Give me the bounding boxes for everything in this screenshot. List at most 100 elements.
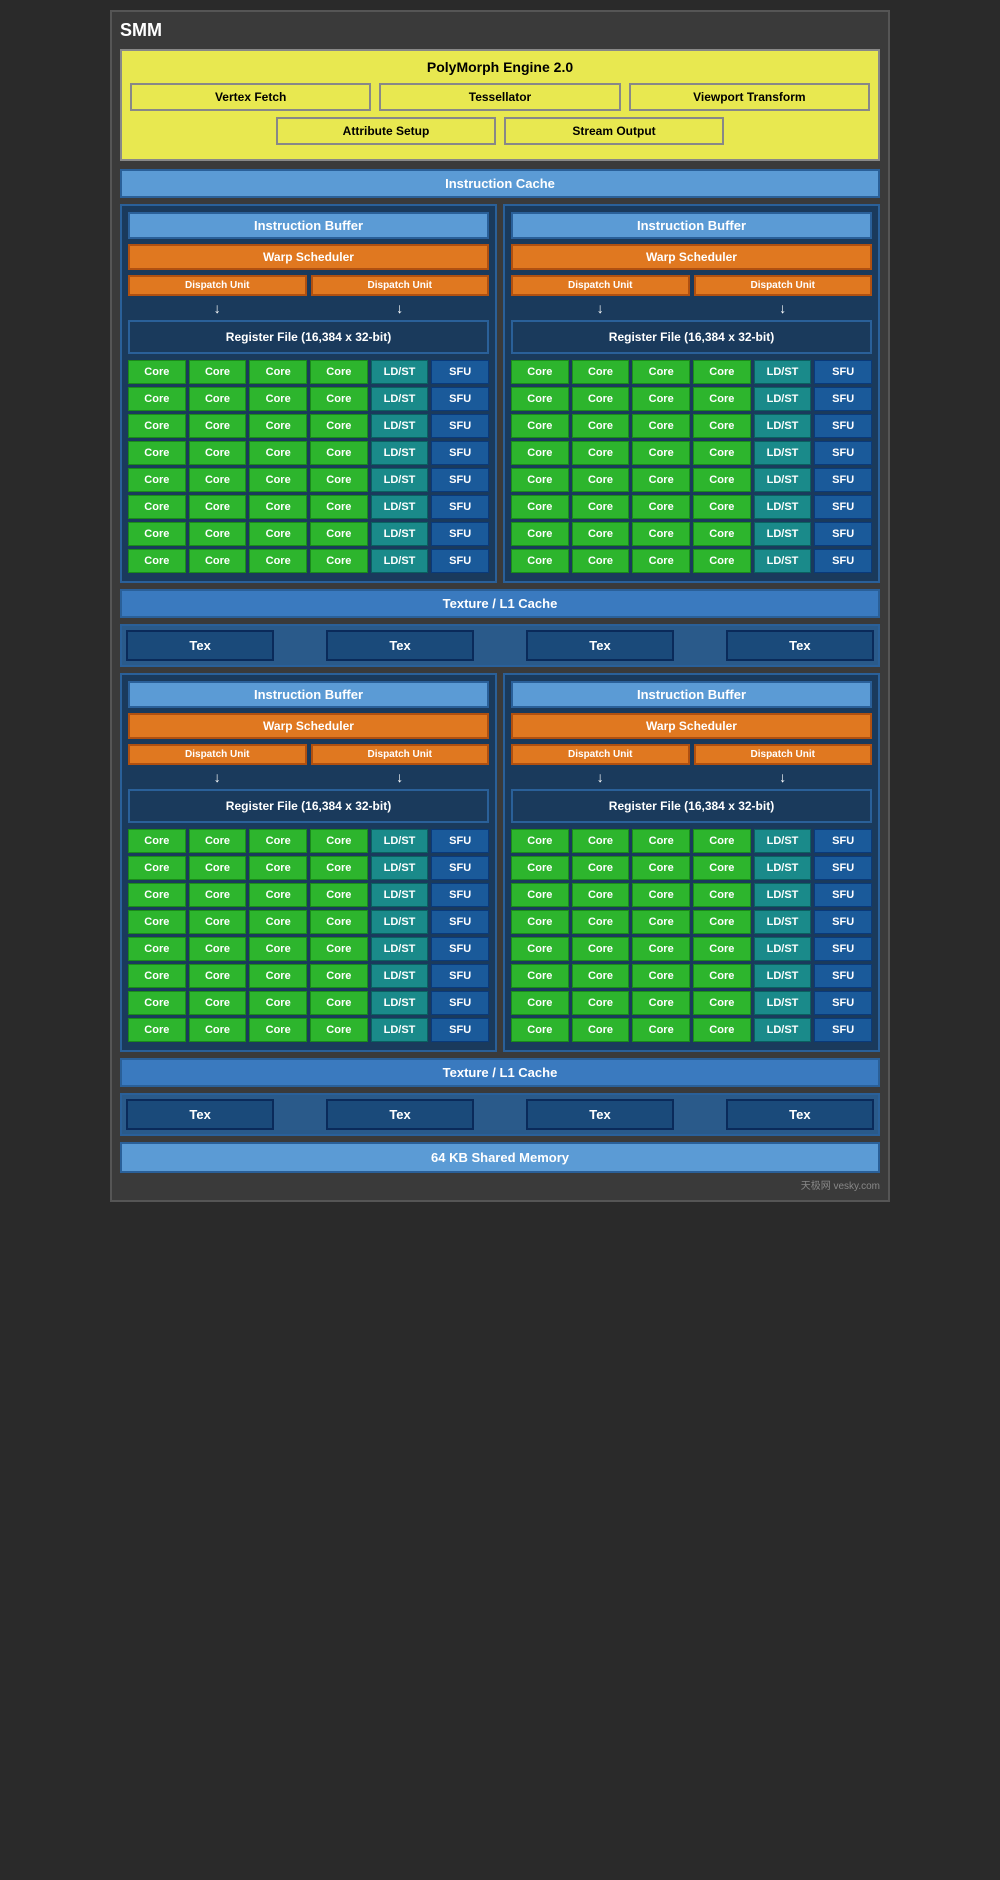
- core-cell: Core: [693, 991, 751, 1015]
- sfu-cell: SFU: [814, 360, 872, 384]
- ldst-cell: LD/ST: [371, 468, 429, 492]
- ldst-cell: LD/ST: [371, 360, 429, 384]
- sm-panel-bottom-left: Instruction Buffer Warp Scheduler Dispat…: [120, 673, 497, 1052]
- smm-title: SMM: [120, 20, 880, 41]
- core-cell: Core: [189, 964, 247, 988]
- core-cell: Core: [128, 910, 186, 934]
- core-cell: Core: [632, 856, 690, 880]
- core-cell: Core: [572, 522, 630, 546]
- sfu-cell: SFU: [814, 549, 872, 573]
- tex-box-top-4: Tex: [726, 630, 874, 661]
- register-file-top-right: Register File (16,384 x 32-bit): [511, 320, 872, 354]
- ldst-cell: LD/ST: [371, 991, 429, 1015]
- core-cell: Core: [632, 937, 690, 961]
- core-cell: Core: [572, 1018, 630, 1042]
- core-cell: Core: [128, 468, 186, 492]
- arrow-left: ↓: [128, 300, 307, 316]
- tex-row-bottom: Tex Tex Tex Tex: [120, 1093, 880, 1136]
- core-grid-top-left: Core Core Core Core LD/ST SFU Core Core …: [128, 360, 489, 573]
- dispatch-unit-top-right-2: Dispatch Unit: [694, 275, 873, 296]
- sm-panel-top-left: Instruction Buffer Warp Scheduler Dispat…: [120, 204, 497, 583]
- arrow-left: ↓: [511, 769, 690, 785]
- ldst-cell: LD/ST: [371, 522, 429, 546]
- warp-scheduler-bottom-right: Warp Scheduler: [511, 713, 872, 739]
- core-cell: Core: [632, 441, 690, 465]
- arrow-right: ↓: [311, 300, 490, 316]
- sfu-cell: SFU: [431, 964, 489, 988]
- core-cell: Core: [632, 360, 690, 384]
- core-cell: Core: [632, 468, 690, 492]
- dispatch-unit-top-left-1: Dispatch Unit: [128, 275, 307, 296]
- ldst-cell: LD/ST: [371, 495, 429, 519]
- tex-spacer: [480, 1099, 520, 1130]
- core-cell: Core: [572, 414, 630, 438]
- core-cell: Core: [693, 549, 751, 573]
- core-grid-top-right: Core Core Core Core LD/ST SFU Core Core …: [511, 360, 872, 573]
- ldst-cell: LD/ST: [754, 829, 812, 853]
- ldst-cell: LD/ST: [754, 387, 812, 411]
- core-cell: Core: [511, 387, 569, 411]
- tex-box-top-1: Tex: [126, 630, 274, 661]
- core-cell: Core: [128, 829, 186, 853]
- core-cell: Core: [693, 910, 751, 934]
- core-cell: Core: [693, 468, 751, 492]
- core-cell: Core: [310, 360, 368, 384]
- core-cell: Core: [310, 910, 368, 934]
- core-cell: Core: [310, 883, 368, 907]
- ldst-cell: LD/ST: [371, 910, 429, 934]
- instr-buffer-top-left: Instruction Buffer: [128, 212, 489, 239]
- core-cell: Core: [249, 468, 307, 492]
- sfu-cell: SFU: [814, 883, 872, 907]
- core-cell: Core: [249, 495, 307, 519]
- sfu-cell: SFU: [431, 549, 489, 573]
- core-cell: Core: [511, 495, 569, 519]
- core-cell: Core: [572, 856, 630, 880]
- core-cell: Core: [572, 360, 630, 384]
- sfu-cell: SFU: [431, 441, 489, 465]
- core-cell: Core: [128, 360, 186, 384]
- core-cell: Core: [632, 387, 690, 411]
- core-cell: Core: [189, 495, 247, 519]
- ldst-cell: LD/ST: [371, 414, 429, 438]
- warp-scheduler-bottom-left: Warp Scheduler: [128, 713, 489, 739]
- sfu-cell: SFU: [814, 964, 872, 988]
- core-cell: Core: [249, 937, 307, 961]
- core-cell: Core: [128, 441, 186, 465]
- core-cell: Core: [632, 1018, 690, 1042]
- viewport-transform: Viewport Transform: [629, 83, 870, 111]
- vertex-fetch: Vertex Fetch: [130, 83, 371, 111]
- ldst-cell: LD/ST: [754, 522, 812, 546]
- tex-box-bottom-4: Tex: [726, 1099, 874, 1130]
- sfu-cell: SFU: [431, 522, 489, 546]
- core-cell: Core: [693, 360, 751, 384]
- core-cell: Core: [511, 856, 569, 880]
- core-cell: Core: [189, 1018, 247, 1042]
- ldst-cell: LD/ST: [754, 495, 812, 519]
- instr-buffer-bottom-right: Instruction Buffer: [511, 681, 872, 708]
- arrow-row-bottom-right: ↓ ↓: [511, 769, 872, 785]
- core-cell: Core: [632, 522, 690, 546]
- dispatch-row-top-right: Dispatch Unit Dispatch Unit: [511, 275, 872, 296]
- core-cell: Core: [310, 829, 368, 853]
- core-cell: Core: [310, 549, 368, 573]
- sfu-cell: SFU: [814, 414, 872, 438]
- core-cell: Core: [511, 468, 569, 492]
- core-cell: Core: [249, 522, 307, 546]
- ldst-cell: LD/ST: [754, 468, 812, 492]
- core-cell: Core: [310, 468, 368, 492]
- core-cell: Core: [572, 549, 630, 573]
- core-cell: Core: [693, 883, 751, 907]
- ldst-cell: LD/ST: [371, 1018, 429, 1042]
- core-cell: Core: [511, 991, 569, 1015]
- core-grid-bottom-right: Core Core Core Core LD/ST SFU Core Core …: [511, 829, 872, 1042]
- ldst-cell: LD/ST: [754, 414, 812, 438]
- core-cell: Core: [128, 1018, 186, 1042]
- ldst-cell: LD/ST: [754, 910, 812, 934]
- core-cell: Core: [249, 910, 307, 934]
- core-cell: Core: [632, 549, 690, 573]
- core-cell: Core: [249, 829, 307, 853]
- sfu-cell: SFU: [814, 441, 872, 465]
- core-cell: Core: [128, 964, 186, 988]
- sfu-cell: SFU: [814, 829, 872, 853]
- polymorph-row2: Attribute Setup Stream Output: [130, 117, 870, 145]
